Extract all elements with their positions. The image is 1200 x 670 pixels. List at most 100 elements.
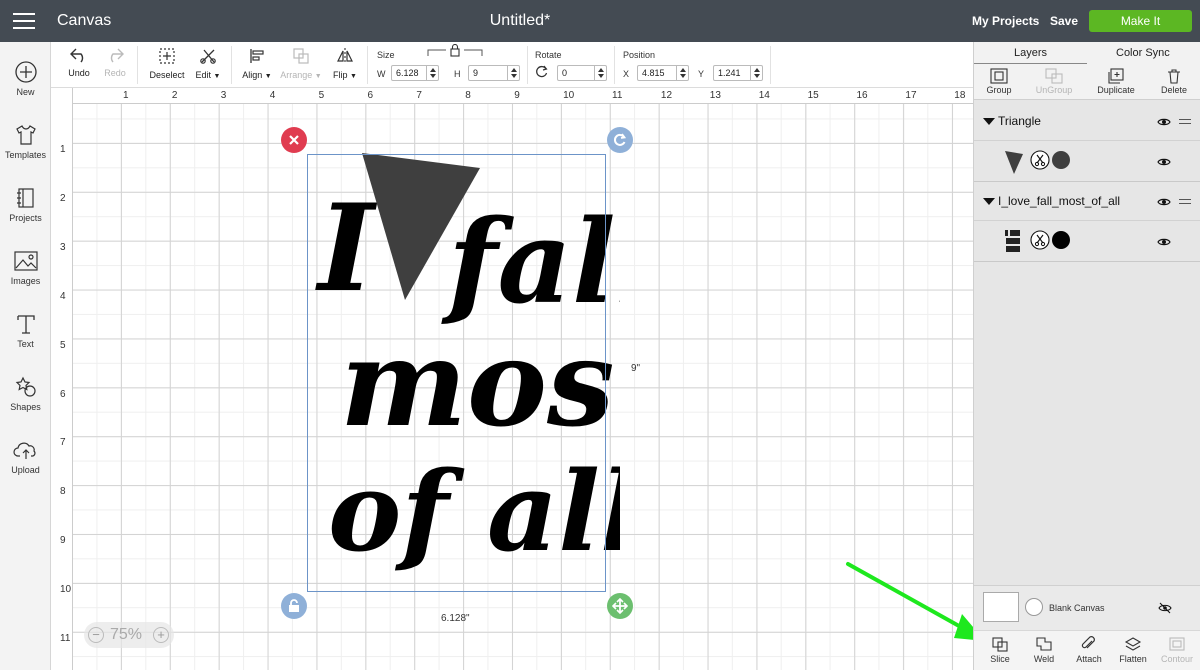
ruler-number: 4 xyxy=(60,290,66,302)
collapse-caret-icon[interactable] xyxy=(983,198,995,205)
ruler-number: 6 xyxy=(60,388,66,400)
toolbar-divider xyxy=(614,46,615,84)
triangle-thumbnail xyxy=(1005,151,1023,174)
sidebar-item-images[interactable]: Images xyxy=(0,249,51,286)
slice-button[interactable]: Slice xyxy=(984,636,1016,664)
drag-handle-icon[interactable] xyxy=(1179,119,1191,127)
tab-layers[interactable]: Layers xyxy=(1014,47,1047,59)
y-position-input[interactable]: 1.241 xyxy=(713,65,763,81)
chevron-down-icon: ▼ xyxy=(213,73,221,80)
undo-button[interactable]: Undo xyxy=(65,46,93,78)
cut-scissors-icon[interactable] xyxy=(1030,150,1050,170)
make-it-button[interactable]: Make It xyxy=(1089,10,1192,32)
sidebar-item-label: Images xyxy=(10,276,41,286)
ruler-number: 10 xyxy=(60,584,72,596)
toolbar-divider xyxy=(770,46,771,84)
ruler-number: 12 xyxy=(660,90,673,101)
zoom-in-button[interactable]: + xyxy=(153,627,169,643)
contour-button[interactable]: Contour xyxy=(1157,636,1197,664)
sidebar-item-label: Templates xyxy=(4,150,47,160)
tab-color-sync[interactable]: Color Sync xyxy=(1116,47,1170,59)
arrange-icon xyxy=(293,48,309,64)
flatten-button[interactable]: Flatten xyxy=(1114,636,1152,664)
height-value: 9 xyxy=(473,68,479,78)
sidebar-item-projects[interactable]: Projects xyxy=(0,186,51,223)
resize-handle[interactable] xyxy=(607,593,633,619)
ungroup-icon xyxy=(1045,68,1063,84)
canvas-color-picker[interactable] xyxy=(1025,598,1043,616)
arrange-label: Arrange xyxy=(280,70,313,80)
annotation-arrow xyxy=(846,562,985,641)
shapes-icon xyxy=(15,376,36,397)
position-label: Position xyxy=(623,50,656,60)
sidebar-item-text[interactable]: Text xyxy=(0,312,51,349)
blank-canvas-swatch[interactable] xyxy=(983,592,1019,622)
flip-menu-button[interactable]: Flip ▼ xyxy=(329,46,361,80)
ruler-number: 8 xyxy=(60,486,66,498)
layer-color-swatch[interactable] xyxy=(1052,151,1070,169)
ruler-number: 2 xyxy=(171,90,178,101)
rotate-input[interactable]: 0 xyxy=(557,65,607,81)
ungroup-button[interactable]: UnGroup xyxy=(1032,68,1076,95)
delete-handle[interactable] xyxy=(281,127,307,153)
paperclip-icon xyxy=(1081,636,1095,649)
eye-icon[interactable] xyxy=(1157,157,1171,167)
toolbar-divider xyxy=(137,46,138,84)
plus-circle-icon xyxy=(14,61,37,83)
size-label: Size xyxy=(377,50,395,60)
rotate-handle[interactable] xyxy=(607,127,633,153)
sidebar-item-label: Text xyxy=(17,339,34,349)
edit-scissors-icon xyxy=(200,49,216,64)
width-label: W xyxy=(377,69,386,79)
x-position-input[interactable]: 4.815 xyxy=(637,65,689,81)
ruler-number: 15 xyxy=(807,90,819,101)
eye-hidden-icon[interactable] xyxy=(1158,602,1172,614)
eye-icon[interactable] xyxy=(1157,197,1171,207)
cut-scissors-icon[interactable] xyxy=(1030,230,1050,250)
layer-group-lettering[interactable]: I_love_fall_most_of_all xyxy=(974,183,1200,221)
my-projects-link[interactable]: My Projects xyxy=(972,14,1039,28)
sidebar-item-new[interactable]: New xyxy=(0,60,51,97)
arrange-menu-button[interactable]: Arrange ▼ xyxy=(279,46,323,80)
height-label: H xyxy=(454,69,461,79)
edit-menu-button[interactable]: Edit ▼ xyxy=(193,46,223,80)
ruler-number: 4 xyxy=(269,90,276,101)
drag-handle-icon[interactable] xyxy=(1179,199,1191,207)
attach-button[interactable]: Attach xyxy=(1071,636,1107,664)
save-link[interactable]: Save xyxy=(1050,14,1078,28)
lock-handle[interactable] xyxy=(281,593,307,619)
layer-row-triangle[interactable] xyxy=(974,141,1200,182)
eye-icon[interactable] xyxy=(1157,237,1171,247)
redo-button[interactable]: Redo xyxy=(101,46,129,78)
zoom-control: − 75% + xyxy=(84,622,174,648)
redo-label: Redo xyxy=(104,68,126,78)
align-menu-button[interactable]: Align ▼ xyxy=(239,46,275,80)
delete-button[interactable]: Delete xyxy=(1156,68,1192,95)
toolbar-divider xyxy=(527,46,528,84)
chevron-down-icon: ▼ xyxy=(350,73,357,80)
rotate-label: Rotate xyxy=(535,50,562,60)
group-button[interactable]: Group xyxy=(982,68,1016,95)
layer-color-swatch[interactable] xyxy=(1052,231,1070,249)
weld-button[interactable]: Weld xyxy=(1028,636,1060,664)
sidebar-item-templates[interactable]: Templates xyxy=(0,123,51,160)
layer-row-lettering[interactable] xyxy=(974,221,1200,262)
width-value: 6.128 xyxy=(396,68,419,78)
ruler-number: 18 xyxy=(954,90,966,101)
left-sidebar: New Templates Projects Images Text Shape… xyxy=(0,42,51,670)
ruler-number: 1 xyxy=(60,144,66,155)
sidebar-item-upload[interactable]: Upload xyxy=(0,438,51,475)
zoom-out-button[interactable]: − xyxy=(88,627,104,643)
layer-group-triangle[interactable]: Triangle xyxy=(974,103,1200,141)
duplicate-button[interactable]: Duplicate xyxy=(1092,68,1140,95)
sidebar-item-shapes[interactable]: Shapes xyxy=(0,375,51,412)
width-input[interactable]: 6.128 xyxy=(391,65,439,81)
height-input[interactable]: 9 xyxy=(468,65,520,81)
eye-icon[interactable] xyxy=(1157,117,1171,127)
deselect-button[interactable]: Deselect xyxy=(147,46,187,80)
align-label: Align xyxy=(242,70,263,80)
collapse-caret-icon[interactable] xyxy=(983,118,995,125)
lock-aspect-icon[interactable] xyxy=(427,44,483,58)
document-title[interactable]: Untitled* xyxy=(0,12,1040,30)
panel-bottom: Blank Canvas Slice Weld Attach Flatten C… xyxy=(974,585,1200,670)
